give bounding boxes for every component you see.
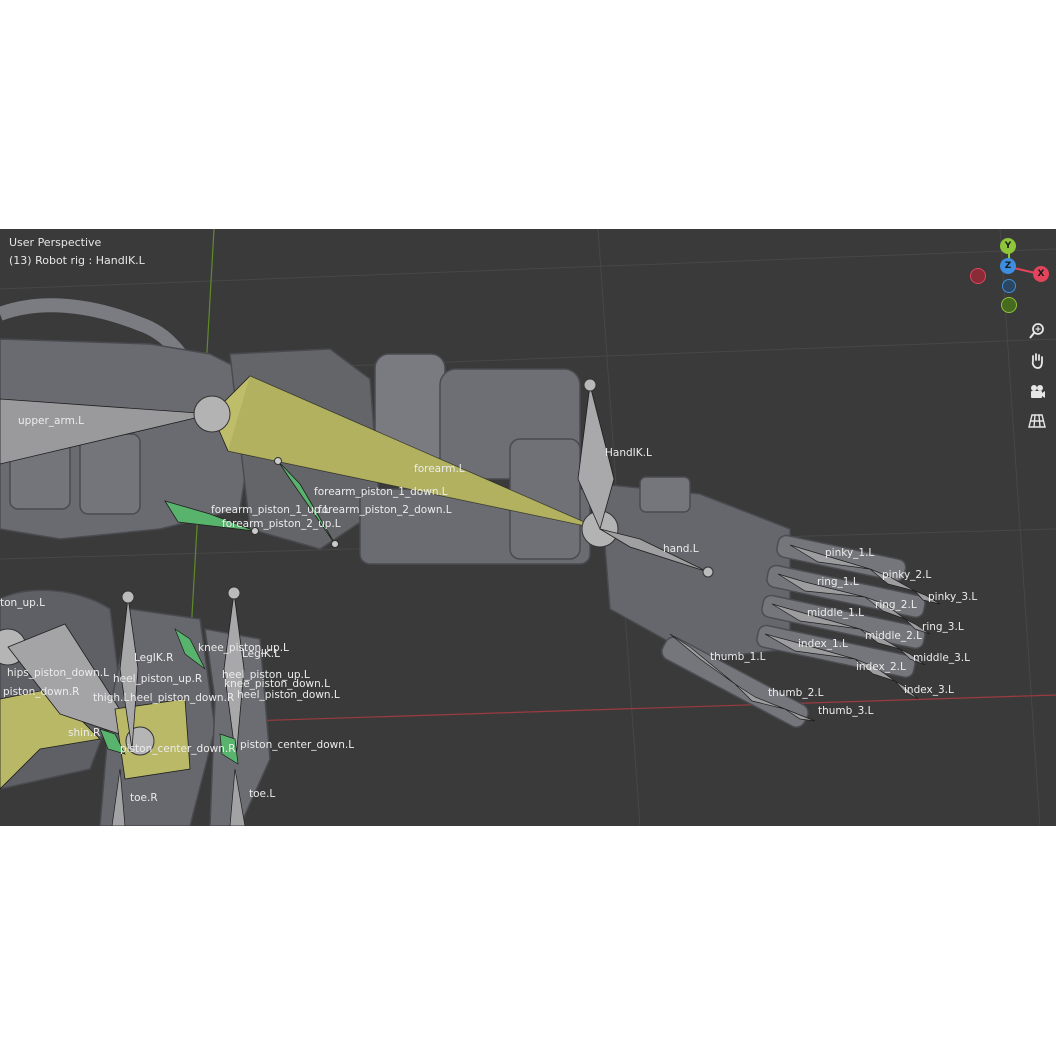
camera-icon[interactable] bbox=[1023, 377, 1051, 405]
gizmo-neg-z-axis[interactable] bbox=[1002, 279, 1016, 293]
navigation-gizmo[interactable]: Y Z X bbox=[960, 235, 1056, 325]
label-toe-r: toe.R bbox=[130, 792, 158, 804]
label-piston-down-r: piston_down.R bbox=[3, 686, 79, 698]
label-hips-piston-down: hips_piston_down.L bbox=[7, 667, 109, 679]
label-pinky-2: pinky_2.L bbox=[882, 569, 931, 581]
label-index-1: index_1.L bbox=[798, 638, 848, 650]
label-shin-r: shin.R bbox=[68, 727, 100, 739]
label-hand: hand.L bbox=[663, 543, 699, 555]
hand-pan-icon[interactable] bbox=[1023, 347, 1051, 375]
label-hand-ik: HandIK.L bbox=[605, 447, 652, 459]
label-knee-piston-up: knee_piston_up.L bbox=[198, 642, 289, 654]
gizmo-y-axis[interactable]: Y bbox=[1000, 238, 1016, 254]
label-pinky-3: pinky_3.L bbox=[928, 591, 977, 603]
grid-ortho-icon[interactable] bbox=[1023, 407, 1051, 435]
gizmo-neg-x-axis[interactable] bbox=[970, 268, 986, 284]
label-heel-piston-up-r: heel_piston_up.R bbox=[113, 673, 202, 685]
label-thumb-1: thumb_1.L bbox=[710, 651, 766, 663]
label-middle-3: middle_3.L bbox=[913, 652, 970, 664]
label-thumb-3: thumb_3.L bbox=[818, 705, 874, 717]
label-middle-1: middle_1.L bbox=[807, 607, 864, 619]
gizmo-x-axis[interactable]: X bbox=[1033, 266, 1049, 282]
label-heel-piston-down-l: heel_piston_down.L bbox=[237, 689, 340, 701]
view-name: User Perspective bbox=[9, 236, 102, 249]
label-heel-piston-down-r: heel_piston_down.R bbox=[130, 692, 234, 704]
label-forearm-piston-2-down: forearm_piston_2_down.L bbox=[318, 504, 452, 516]
label-ring-2: ring_2.L bbox=[875, 599, 917, 611]
label-forearm-piston-1-down: forearm_piston_1_down.L bbox=[314, 486, 448, 498]
label-middle-2: middle_2.L bbox=[865, 630, 922, 642]
label-index-2: index_2.L bbox=[856, 661, 906, 673]
label-ring-1: ring_1.L bbox=[817, 576, 859, 588]
label-thumb-2: thumb_2.L bbox=[768, 687, 824, 699]
label-leg-ik-r: LegIK.R bbox=[134, 652, 173, 664]
label-ring-3: ring_3.L bbox=[922, 621, 964, 633]
label-forearm-piston-1-up: forearm_piston_1_up.L bbox=[211, 504, 330, 516]
label-index-3: index_3.L bbox=[904, 684, 954, 696]
label-toe-l: toe.L bbox=[249, 788, 275, 800]
gizmo-z-axis[interactable]: Z bbox=[1000, 258, 1016, 274]
3d-viewport[interactable]: upper_arm.L forearm.L HandIK.L forearm_p… bbox=[0, 229, 1056, 826]
label-ton-up: ton_up.L bbox=[0, 597, 45, 609]
label-piston-center-down-l: piston_center_down.L bbox=[240, 739, 354, 751]
joint-shoulder bbox=[193, 395, 231, 433]
zoom-icon[interactable] bbox=[1023, 317, 1051, 345]
label-piston-center-down-r: piston_center_down.R bbox=[120, 743, 236, 755]
gizmo-neg-y-axis[interactable] bbox=[1001, 297, 1017, 313]
viewport-scene[interactable]: upper_arm.L forearm.L HandIK.L forearm_p… bbox=[0, 229, 1056, 826]
label-pinky-1: pinky_1.L bbox=[825, 547, 874, 559]
label-thigh-l: thigh.L bbox=[93, 692, 129, 704]
label-forearm: forearm.L bbox=[414, 463, 465, 475]
label-forearm-piston-2-up: forearm_piston_2_up.L bbox=[222, 518, 341, 530]
object-info: (13) Robot rig : HandIK.L bbox=[9, 254, 145, 267]
label-upper-arm: upper_arm.L bbox=[18, 415, 84, 427]
